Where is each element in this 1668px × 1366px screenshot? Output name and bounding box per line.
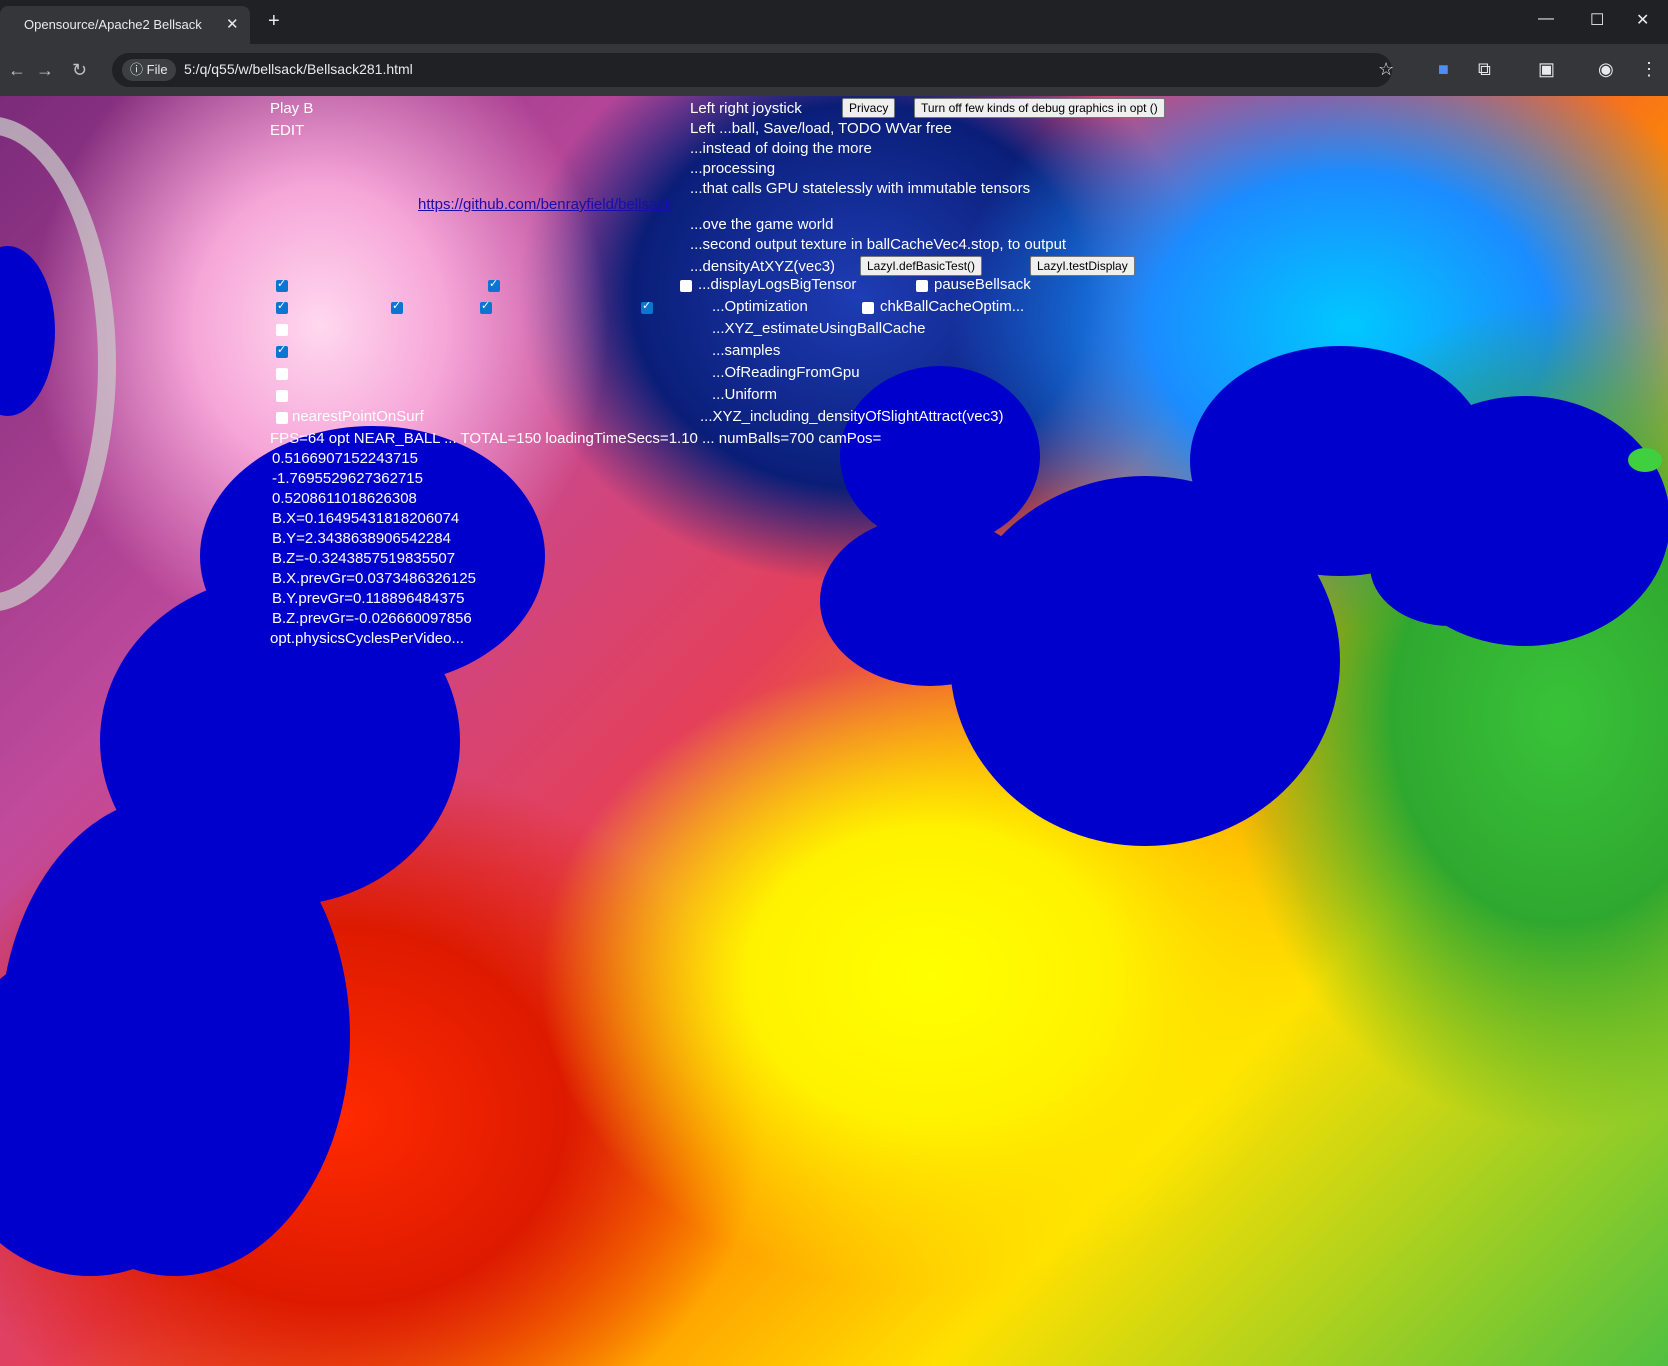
lazy-test-display-button[interactable]: LazyI.testDisplay <box>1030 256 1135 276</box>
checkbox[interactable] <box>276 277 288 292</box>
checkbox-label: ...Optimization <box>712 298 808 315</box>
extension-icon[interactable]: ■ <box>1438 59 1449 80</box>
turn-off-debug-button[interactable]: Turn off few kinds of debug graphics in … <box>914 98 1165 118</box>
lazy-basic-test-button[interactable]: LazyI.defBasicTest() <box>860 256 983 276</box>
checkbox[interactable] <box>276 390 288 402</box>
checkbox-label: nearestPointOnSurf <box>292 408 424 425</box>
stat-line: B.Z=-0.3243857519835507 <box>272 550 456 567</box>
address-bar[interactable]: ⓘ File 5:/q/q55/w/bellsack/Bellsack281.h… <box>112 53 1392 87</box>
tab-title: Opensource/Apache2 Bellsack <box>24 17 202 32</box>
stat-line: B.X=0.16495431818206074 <box>272 510 460 527</box>
close-window-icon[interactable]: ✕ <box>1636 10 1649 30</box>
star-icon[interactable]: ☆ <box>1378 59 1394 80</box>
reload-icon[interactable]: ↻ <box>72 60 87 81</box>
new-tab-button[interactable]: + <box>268 11 280 31</box>
kebab-menu-icon[interactable]: ⋮ <box>1640 59 1658 80</box>
ball <box>1370 506 1530 626</box>
edit-label[interactable]: EDIT <box>270 120 304 141</box>
play-label[interactable]: Play B <box>270 98 313 119</box>
status-line: FPS=64 opt NEAR_BALL ... TOTAL=150 loadi… <box>270 430 882 447</box>
info-line: ...second output texture in ballCacheVec… <box>690 236 1067 253</box>
stat-line: B.Y.prevGr=0.118896484375 <box>272 590 465 607</box>
minimize-icon[interactable]: — <box>1538 10 1554 28</box>
checkbox[interactable] <box>276 299 288 314</box>
small-green-ball <box>1628 448 1662 472</box>
nearest-point-checkbox[interactable] <box>276 412 288 424</box>
checkbox[interactable] <box>276 324 288 336</box>
info-line: ...processing <box>690 160 776 177</box>
sidebar-icon[interactable]: ▣ <box>1538 59 1555 80</box>
stat-line: B.Y=2.3438638906542284 <box>272 530 451 547</box>
file-chip-label: File <box>146 62 168 77</box>
browser-tab[interactable]: Opensource/Apache2 Bellsack ✕ <box>0 6 250 44</box>
privacy-button[interactable]: Privacy <box>842 98 896 118</box>
info-line: Left right joystick <box>690 100 802 117</box>
github-link[interactable]: https://github.com/benrayfield/bellsack <box>418 196 672 213</box>
close-tab-icon[interactable]: ✕ <box>226 15 239 33</box>
game-canvas[interactable]: Play B EDIT Left right joystick Left ...… <box>0 96 1668 1366</box>
checkbox[interactable] <box>641 299 653 314</box>
checkbox[interactable] <box>680 280 692 292</box>
puzzle-icon[interactable]: ⧉ <box>1478 59 1491 80</box>
checkbox-label: chkBallCacheOptim... <box>880 298 1025 315</box>
checkbox[interactable] <box>488 277 500 292</box>
pause-checkbox[interactable] <box>916 280 928 292</box>
url-text[interactable]: 5:/q/q55/w/bellsack/Bellsack281.html <box>184 61 413 77</box>
stat-line: 0.5208611018626308 <box>272 490 417 507</box>
checkbox[interactable] <box>480 299 492 314</box>
forward-icon[interactable]: → <box>36 60 54 81</box>
stat-line: opt.physicsCyclesPerVideo... <box>270 630 464 647</box>
checkbox[interactable] <box>391 299 403 314</box>
checkbox-label: ...Uniform <box>712 386 778 403</box>
toolbar: ← → ↻ ⓘ File 5:/q/q55/w/bellsack/Bellsac… <box>0 44 1668 96</box>
checkbox-label: ...XYZ_including_densityOfSlightAttract(… <box>700 408 1004 425</box>
stat-line: B.X.prevGr=0.0373486326125 <box>272 570 476 587</box>
checkbox-label: ...displayLogsBigTensor <box>698 276 857 293</box>
ballcache-checkbox[interactable] <box>862 302 874 314</box>
checkbox-label: ...OfReadingFromGpu <box>712 364 860 381</box>
profile-icon[interactable]: ◉ <box>1598 59 1614 80</box>
back-icon[interactable]: ← <box>8 60 26 81</box>
info-line: ...ove the game world <box>690 216 834 233</box>
checkbox[interactable] <box>276 368 288 380</box>
checkbox[interactable] <box>276 343 288 358</box>
checkbox-label: ...XYZ_estimateUsingBallCache <box>712 320 926 337</box>
info-line: Left ...ball, Save/load, TODO WVar free <box>690 120 952 137</box>
stat-line: -1.7695529627362715 <box>272 470 423 487</box>
info-line: ...instead of doing the more <box>690 140 872 157</box>
maximize-icon[interactable]: ☐ <box>1590 10 1604 30</box>
checkbox-label: pauseBellsack <box>934 276 1031 293</box>
file-chip[interactable]: ⓘ File <box>122 59 176 81</box>
checkbox-label: ...samples <box>712 342 781 359</box>
stat-line: B.Z.prevGr=-0.026660097856 <box>272 610 472 627</box>
info-line: ...that calls GPU statelessly with immut… <box>690 180 1031 197</box>
stat-line: 0.5166907152243715 <box>272 450 418 467</box>
tab-strip: Opensource/Apache2 Bellsack ✕ + — ☐ ✕ <box>0 0 1668 44</box>
